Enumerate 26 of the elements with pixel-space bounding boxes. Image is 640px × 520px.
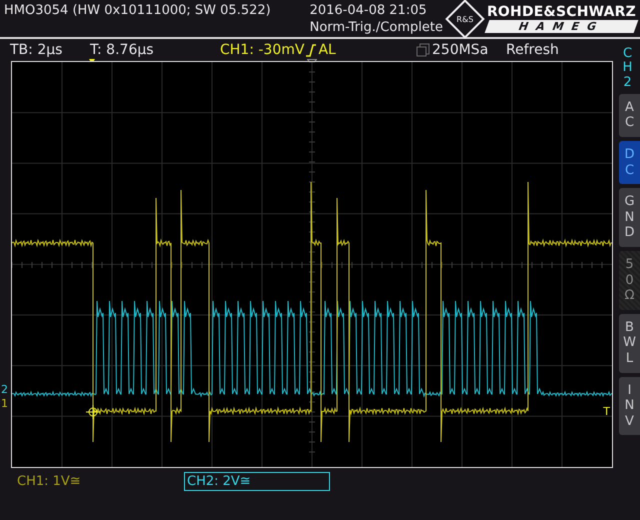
coupling-button[interactable]: INV xyxy=(619,376,640,436)
trigger-level-label: CH1: -30mV xyxy=(220,42,304,58)
device-title: HMO3054 (HW 0x10111000; SW 05.522) xyxy=(4,3,271,18)
coupling-button[interactable]: BWL xyxy=(619,314,640,373)
acquisition-mode-label: Refresh xyxy=(506,42,559,58)
rising-edge-icon xyxy=(306,44,316,56)
brand-subname: HAMEG xyxy=(484,20,638,33)
timebase-label: TB: 2µs xyxy=(10,42,62,58)
coupling-button[interactable]: GND xyxy=(619,188,640,248)
ch1-marker: 1 xyxy=(1,398,8,409)
date-time: 2016-04-08 21:05 xyxy=(310,3,428,18)
coupling-button[interactable]: DC xyxy=(619,141,640,184)
channel-indicator: CH2 xyxy=(622,47,634,90)
channel-scale-label[interactable]: CH2: 2V≅ xyxy=(184,472,330,491)
trigger-level-marker: T xyxy=(603,406,610,417)
ch2-marker: 2 xyxy=(1,384,8,395)
channel-scale-label[interactable]: CH1: 1V≅ xyxy=(14,472,184,491)
coupling-button[interactable]: AC xyxy=(619,94,640,138)
acquisition-icon xyxy=(416,43,430,57)
brand-name: ROHDE&SCHWARZ xyxy=(486,4,636,20)
trigger-mode-label: AL xyxy=(318,42,336,58)
logo-emblem: R&S xyxy=(445,0,485,38)
trigger-time-label: T: 8.76µs xyxy=(90,42,154,58)
trigger-status: Norm-Trig./Complete xyxy=(310,20,443,35)
sample-rate-label: 250MSa xyxy=(432,42,488,58)
trigger-crosshair-icon xyxy=(86,404,100,420)
